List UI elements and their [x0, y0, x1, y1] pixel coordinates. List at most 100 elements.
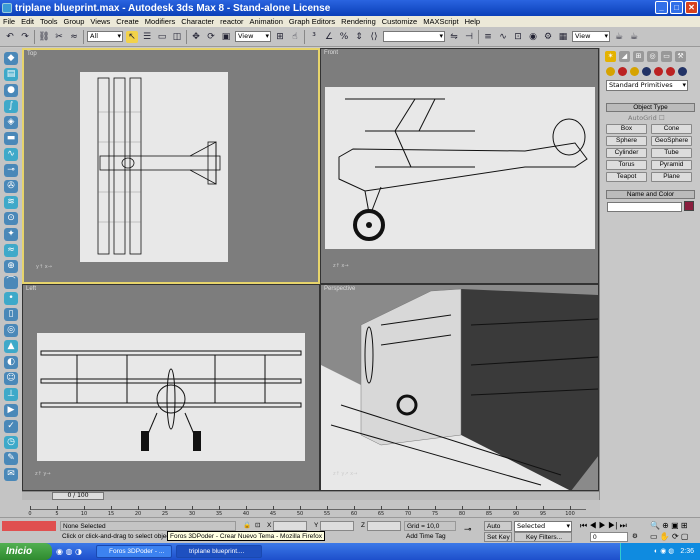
- name-and-color-rollout[interactable]: Name and Color: [606, 190, 695, 199]
- menu-maxscript[interactable]: MAXScript: [423, 17, 458, 26]
- systems-icon[interactable]: [678, 67, 687, 76]
- reactor-point-icon[interactable]: •: [4, 292, 18, 305]
- reactor-prismatic-icon[interactable]: ▯: [4, 308, 18, 321]
- viewport-nav-icons[interactable]: 🔍 ⊕ ▣ ⊞: [648, 521, 698, 531]
- shapes-icon[interactable]: [618, 67, 627, 76]
- redo-icon[interactable]: ↷: [19, 31, 31, 43]
- reactor-ragdoll-icon[interactable]: ☺: [4, 372, 18, 385]
- render-view-dropdown[interactable]: View: [572, 31, 610, 42]
- viewport-top[interactable]: Top y↑ x→: [22, 48, 320, 284]
- maxscript-listener[interactable]: [2, 521, 56, 531]
- reactor-rope-icon[interactable]: ∫: [4, 100, 18, 113]
- reactor-deforming-mesh-icon[interactable]: ◈: [4, 116, 18, 129]
- menu-help[interactable]: Help: [465, 17, 480, 26]
- primitive-type-dropdown[interactable]: Standard Primitives: [606, 80, 688, 91]
- utilities-tab-icon[interactable]: ⚒: [675, 51, 686, 62]
- reactor-ball-socket-icon[interactable]: ◐: [4, 356, 18, 369]
- time-slider[interactable]: 0 / 100: [22, 491, 599, 500]
- reactor-dashpot-icon[interactable]: ⊸: [4, 164, 18, 177]
- reactor-create-animation-icon[interactable]: ◷: [4, 436, 18, 449]
- reactor-toy-car-icon[interactable]: ⊙: [4, 212, 18, 225]
- reactor-soft-body-icon[interactable]: ●: [4, 84, 18, 97]
- menu-modifiers[interactable]: Modifiers: [145, 17, 175, 26]
- menu-create[interactable]: Create: [116, 17, 139, 26]
- reactor-analyze-icon[interactable]: ✓: [4, 420, 18, 433]
- track-bar[interactable]: 0 5 10 15 20 25 30 35 40 45 50 55 60 65 70 75 80 85 90 95 10…: [0, 500, 600, 517]
- taskbar-item-3dsmax[interactable]: triplane blueprint....: [176, 545, 262, 558]
- rectangle-selection-icon[interactable]: ▭: [156, 31, 168, 43]
- reactor-car-wheel-icon[interactable]: ◎: [4, 324, 18, 337]
- box-button[interactable]: Box: [606, 124, 647, 134]
- menu-group[interactable]: Group: [64, 17, 85, 26]
- geosphere-button[interactable]: GeoSphere: [651, 136, 692, 146]
- playback-controls[interactable]: ⏮ ◀ ▶ ▶| ⏭: [578, 521, 644, 531]
- sphere-button[interactable]: Sphere: [606, 136, 647, 146]
- selection-filter-dropdown[interactable]: All: [87, 31, 123, 42]
- named-selection-dropdown[interactable]: [383, 31, 445, 42]
- lights-icon[interactable]: [630, 67, 639, 76]
- lock-selection-icon[interactable]: 🔒: [241, 521, 251, 531]
- quick-launch-icons[interactable]: ◉ ◍ ◑: [52, 547, 92, 556]
- maximize-button[interactable]: □: [670, 1, 683, 14]
- angle-snap-icon[interactable]: ∠: [323, 31, 335, 43]
- rotate-icon[interactable]: ⟳: [205, 31, 217, 43]
- reactor-rigid-body-icon[interactable]: ◆: [4, 52, 18, 65]
- curve-editor-icon[interactable]: ∿: [497, 31, 509, 43]
- current-frame-field[interactable]: 0: [590, 532, 628, 542]
- hierarchy-tab-icon[interactable]: ⊞: [633, 51, 644, 62]
- menu-customize[interactable]: Customize: [382, 17, 417, 26]
- object-color-swatch[interactable]: [684, 200, 694, 211]
- menu-tools[interactable]: Tools: [40, 17, 58, 26]
- undo-icon[interactable]: ↶: [4, 31, 16, 43]
- snap-toggle-icon[interactable]: ³: [308, 31, 320, 43]
- reactor-hinge-icon[interactable]: ⌒: [4, 276, 18, 289]
- absolute-mode-icon[interactable]: ⊡: [253, 521, 265, 531]
- reactor-wind-icon[interactable]: ≋: [4, 196, 18, 209]
- select-by-name-icon[interactable]: ☰: [141, 31, 153, 43]
- z-coordinate-field[interactable]: [367, 521, 401, 531]
- menu-animation[interactable]: Animation: [250, 17, 283, 26]
- display-tab-icon[interactable]: ▭: [661, 51, 672, 62]
- menu-edit[interactable]: Edit: [21, 17, 34, 26]
- render-last-icon[interactable]: ☕: [628, 31, 640, 43]
- reactor-motor-icon[interactable]: ✇: [4, 180, 18, 193]
- motion-tab-icon[interactable]: ◎: [647, 51, 658, 62]
- move-icon[interactable]: ✥: [190, 31, 202, 43]
- add-time-tag-button[interactable]: Add Time Tag: [404, 532, 456, 542]
- reactor-properties-icon[interactable]: ✎: [4, 452, 18, 465]
- taskbar-item-firefox[interactable]: Foros 3DPoder - ...: [96, 545, 172, 558]
- object-type-rollout[interactable]: Object Type: [606, 103, 695, 112]
- link-icon[interactable]: ⛓: [38, 31, 50, 43]
- autogrid-checkbox[interactable]: AutoGrid ☐: [628, 114, 700, 122]
- menu-rendering[interactable]: Rendering: [341, 17, 376, 26]
- scale-icon[interactable]: ▣: [220, 31, 232, 43]
- close-button[interactable]: ✕: [685, 1, 698, 14]
- torus-button[interactable]: Torus: [606, 160, 647, 170]
- pyramid-button[interactable]: Pyramid: [651, 160, 692, 170]
- material-editor-icon[interactable]: ◉: [527, 31, 539, 43]
- cone-button[interactable]: Cone: [651, 124, 692, 134]
- key-selection-dropdown[interactable]: Selected: [514, 521, 572, 532]
- select-object-icon[interactable]: ↖: [126, 30, 138, 43]
- reactor-plane-icon[interactable]: ▬: [4, 132, 18, 145]
- modify-tab-icon[interactable]: ◢: [619, 51, 630, 62]
- object-name-field[interactable]: [607, 202, 682, 212]
- schematic-view-icon[interactable]: ⊡: [512, 31, 524, 43]
- reference-coordinate-dropdown[interactable]: View: [235, 31, 271, 42]
- time-slider-knob[interactable]: 0 / 100: [52, 492, 104, 500]
- viewport-perspective[interactable]: Perspective z↑ y↗ x→: [320, 284, 599, 491]
- start-button[interactable]: Inicio: [0, 543, 52, 560]
- space-warps-icon[interactable]: [666, 67, 675, 76]
- reactor-constraint-icon[interactable]: ⊕: [4, 260, 18, 273]
- teapot-button[interactable]: Teapot: [606, 172, 647, 182]
- spinner-snap-icon[interactable]: ⇕: [353, 31, 365, 43]
- reactor-fracture-icon[interactable]: ✦: [4, 228, 18, 241]
- plane-button[interactable]: Plane: [651, 172, 692, 182]
- reactor-water-icon[interactable]: ≈: [4, 244, 18, 257]
- align-icon[interactable]: ⊣: [463, 31, 475, 43]
- geometry-icon[interactable]: [606, 67, 615, 76]
- reactor-spring-icon[interactable]: ∿: [4, 148, 18, 161]
- cylinder-button[interactable]: Cylinder: [606, 148, 647, 158]
- reactor-hinge-2-icon[interactable]: ⊥: [4, 388, 18, 401]
- viewport-nav-icons-2[interactable]: ▭ ✋ ⟳ ▢: [648, 532, 698, 542]
